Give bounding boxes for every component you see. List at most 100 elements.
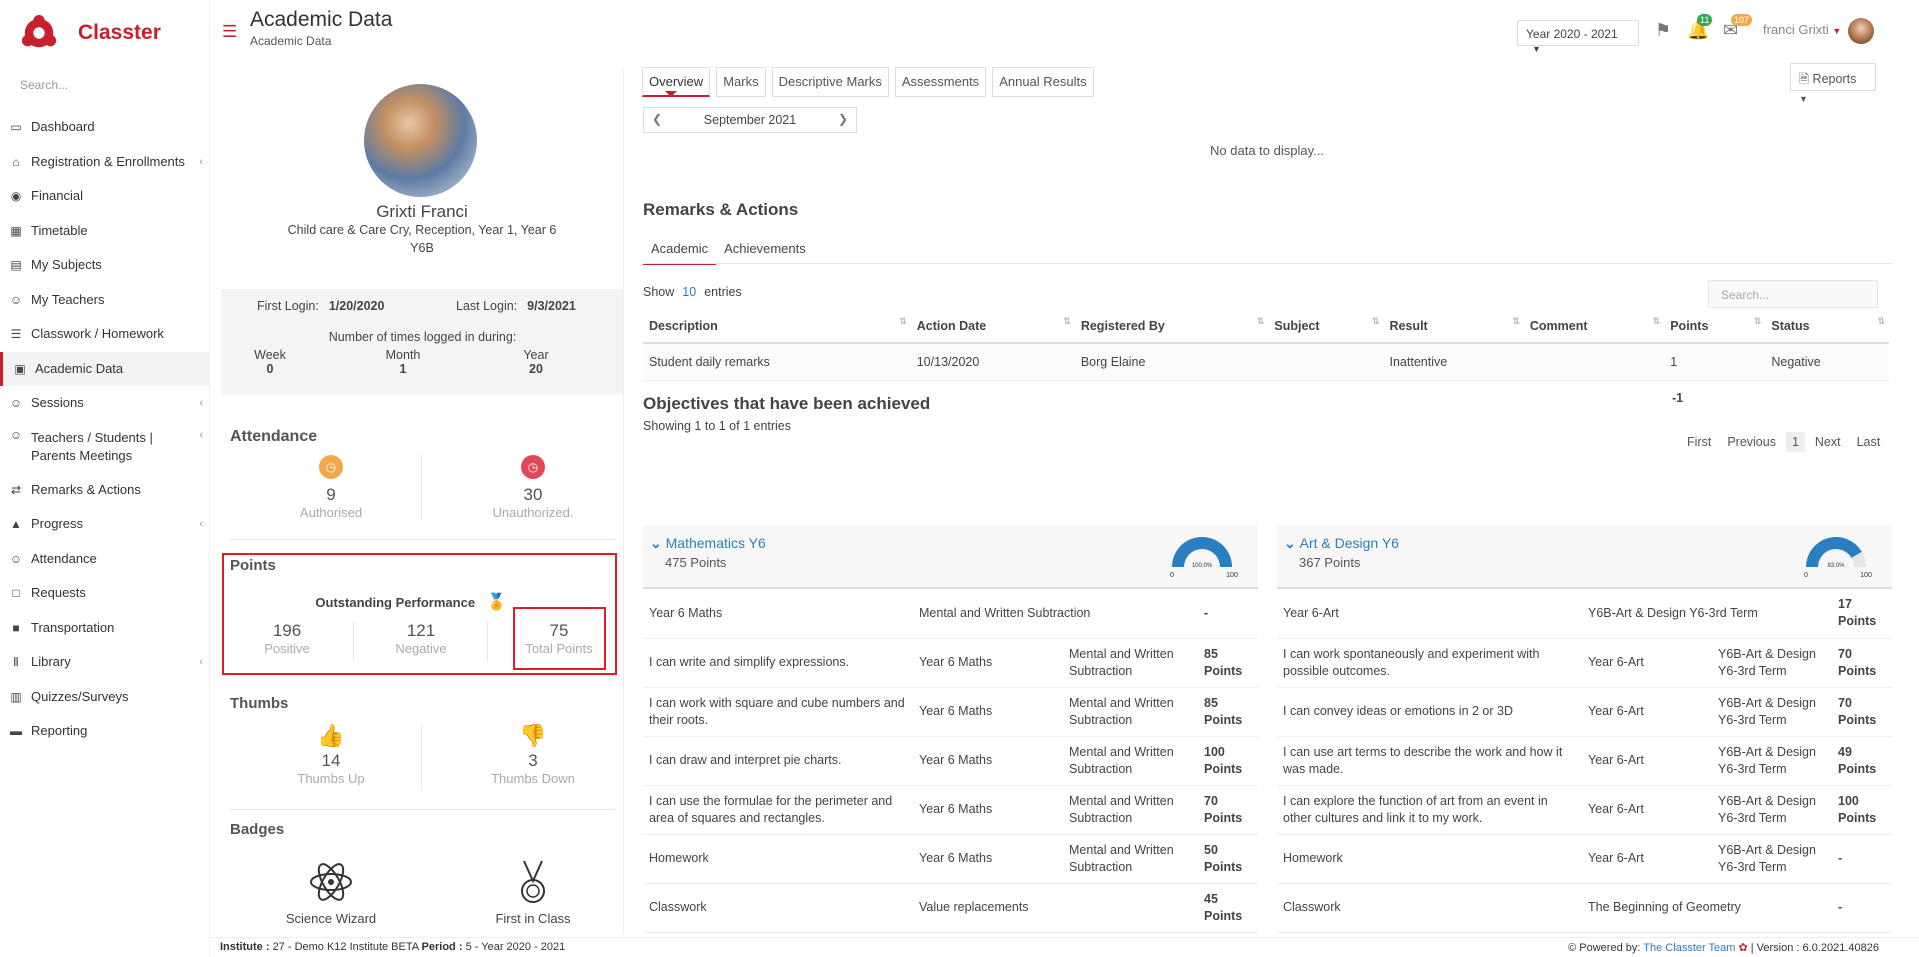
tab-assessments[interactable]: Assessments [894,67,987,97]
flag-icon[interactable]: ⚑ [1655,20,1671,41]
table-row[interactable]: Student daily remarks 10/13/2020 Borg Elai… [643,343,1889,381]
sidebar-item-reporting[interactable]: ▬ Reporting [0,714,209,749]
objective-cell: Year 6-Art [1582,736,1712,786]
positive-points: 196 Positive [221,621,357,656]
total-label: Total Points [525,641,593,656]
column-header[interactable]: Comment ⇅ [1523,310,1665,344]
column-header[interactable]: Subject ⇅ [1268,310,1384,344]
clock-icon: ◷ [319,455,343,479]
sort-icon: ⇅ [1877,316,1885,326]
sidebar-item-teachers-students-parents-meetings[interactable]: ☺ Teachers / Students | Parents Meetings ‹ [0,421,209,473]
chevron-right-icon[interactable]: ❯ [838,112,848,126]
objective-cell: Year 6-Art [1277,589,1582,639]
column-header[interactable]: Action Date ⇅ [910,310,1075,344]
badge-first-in-class[interactable]: First in Class [463,859,603,926]
column-header[interactable]: Registered By ⇅ [1074,310,1269,344]
table-row: I can write and simplify expressions. Yea… [643,638,1258,688]
sidebar-item-academic-data[interactable]: ▣ Academic Data [0,351,209,386]
tabs: Overview Marks Descriptive Marks Assessm… [642,67,1094,97]
tab-achievements[interactable]: Achievements [716,234,814,265]
objective-cell: I can work with square and cube numbers … [643,687,913,737]
entries-select[interactable]: 10 [682,285,696,299]
sidebar-item-attendance[interactable]: ☺ Attendance [0,542,209,577]
sidebar-item-library[interactable]: Ⅱ Library ‹ [0,645,209,680]
sidebar-item-remarks-actions[interactable]: ⇄ Remarks & Actions [0,473,209,508]
list-icon: ☰ [10,327,22,342]
pager-1[interactable]: 1 [1785,432,1805,452]
sidebar-item-progress[interactable]: ▲ Progress ‹ [0,507,209,542]
clock-icon: ◷ [521,455,545,479]
table-row: Year 6 Maths Mental and Written Subtracti… [643,589,1258,639]
chevron-left-icon: ‹ [199,397,203,410]
avatar[interactable] [1848,18,1874,44]
objective-header[interactable]: ⌄ Mathematics Y6 475 Points 100.0% 0 100 [643,525,1258,589]
year-select[interactable]: Year 2020 - 2021 ▼ [1517,20,1639,54]
reports-button[interactable]: 🗎 Reports ▼ [1790,63,1876,104]
week-label: Week [254,348,286,362]
column-header[interactable]: Points ⇅ [1664,310,1766,344]
objective-cell: Y6B-Art & Design Y6-3rd Term [1712,736,1832,786]
pager-previous[interactable]: Previous [1721,432,1782,452]
tab-annual-results[interactable]: Annual Results [992,67,1094,97]
user-menu[interactable]: franci Grixti ▼ [1763,22,1841,37]
first-login-value: 1/20/2020 [328,299,385,313]
sidebar-item-label: Library [31,654,71,670]
tab-marks[interactable]: Marks [716,67,766,97]
objective-table: Year 6 Maths Mental and Written Subtracti… [643,589,1258,933]
negative-value: 121 [406,621,436,640]
sidebar-item-financial[interactable]: ◉ Financial [0,179,209,214]
hamburger-menu-icon[interactable]: ☰ [222,22,237,42]
thumbs-down-value: 3 [528,751,538,770]
objective-points-cell: 70 Points [1832,687,1892,737]
objective-cell: I can use the formulae for the perimeter… [643,785,913,835]
objective-header[interactable]: ⌄ Art & Design Y6 367 Points 83.0% 0 100 [1277,525,1892,589]
sidebar-item-requests[interactable]: □ Requests [0,576,209,611]
pager-next[interactable]: Next [1809,432,1847,452]
remarks-table: Description ⇅ Action Date ⇅ Registered By ⇅ Su… [643,310,1889,381]
sidebar-search-input[interactable]: Search... [0,66,209,104]
chevron-left-icon: ‹ [199,656,203,669]
thumbs-down-stat: 👎 3 Thumbs Down [463,723,603,786]
sidebar-item-registration-enrollments[interactable]: ⌂ Registration & Enrollments ‹ [0,145,209,180]
unauthorized-label: Unauthorized. [492,505,574,520]
classter-team-link[interactable]: The Classter Team [1643,942,1735,954]
objective-title[interactable]: ⌄ Mathematics Y6 [650,535,766,552]
breadcrumb[interactable]: Academic Data [250,34,331,48]
tab-descriptive-marks[interactable]: Descriptive Marks [771,67,889,97]
tab-academic[interactable]: Academic [643,234,717,265]
column-header[interactable]: Status ⇅ [1765,310,1889,344]
last-login-label: Last Login: [456,299,518,313]
objectives-title: Objectives that have been achieved [643,394,931,413]
column-header-label: Status [1771,319,1810,333]
sidebar-item-classwork-homework[interactable]: ☰ Classwork / Homework [0,317,209,352]
column-header[interactable]: Description ⇅ [643,310,911,344]
table-search-input[interactable]: Search... [1708,280,1878,308]
logo[interactable]: Classter [0,0,209,66]
sidebar-item-sessions[interactable]: ☺ Sessions ‹ [0,386,209,421]
sidebar-item-quizzes-surveys[interactable]: ▥ Quizzes/Surveys [0,680,209,715]
pager-last[interactable]: Last [1851,432,1887,452]
objective-points-cell: - [1832,883,1892,933]
objective-title[interactable]: ⌄ Art & Design Y6 [1284,535,1399,552]
column-header[interactable]: Result ⇅ [1383,310,1524,344]
points-total: -1 [1672,391,1684,405]
month-label: September 2021 [703,113,797,127]
authorised-stat[interactable]: ◷ 9 Authorised [261,455,401,520]
sidebar-item-transportation[interactable]: ■ Transportation [0,611,209,646]
sidebar-item-timetable[interactable]: ▦ Timetable [0,214,209,249]
file-icon: 🗎 [1799,72,1810,86]
sidebar-item-dashboard[interactable]: ▭ Dashboard [0,110,209,145]
sidebar-item-my-subjects[interactable]: ▤ My Subjects [0,248,209,283]
objective-cell: Mental and Written Subtraction [913,589,1198,639]
objective-cell: Mental and Written Subtraction [1063,638,1198,688]
thumbs-down-icon: 👎 [519,723,547,748]
unauthorized-stat[interactable]: ◷ 30 Unauthorized. [463,455,603,520]
objective-points: 475 Points [665,555,727,570]
sidebar-item-my-teachers[interactable]: ☺ My Teachers [0,283,209,318]
badge-science-wizard[interactable]: Science Wizard [261,859,401,926]
tab-overview[interactable]: Overview [642,67,711,97]
objective-cell: Mental and Written Subtraction [1063,736,1198,786]
sort-icon: ⇅ [1063,316,1071,326]
pager-first[interactable]: First [1681,432,1717,452]
institute-label: Institute : [220,941,270,953]
